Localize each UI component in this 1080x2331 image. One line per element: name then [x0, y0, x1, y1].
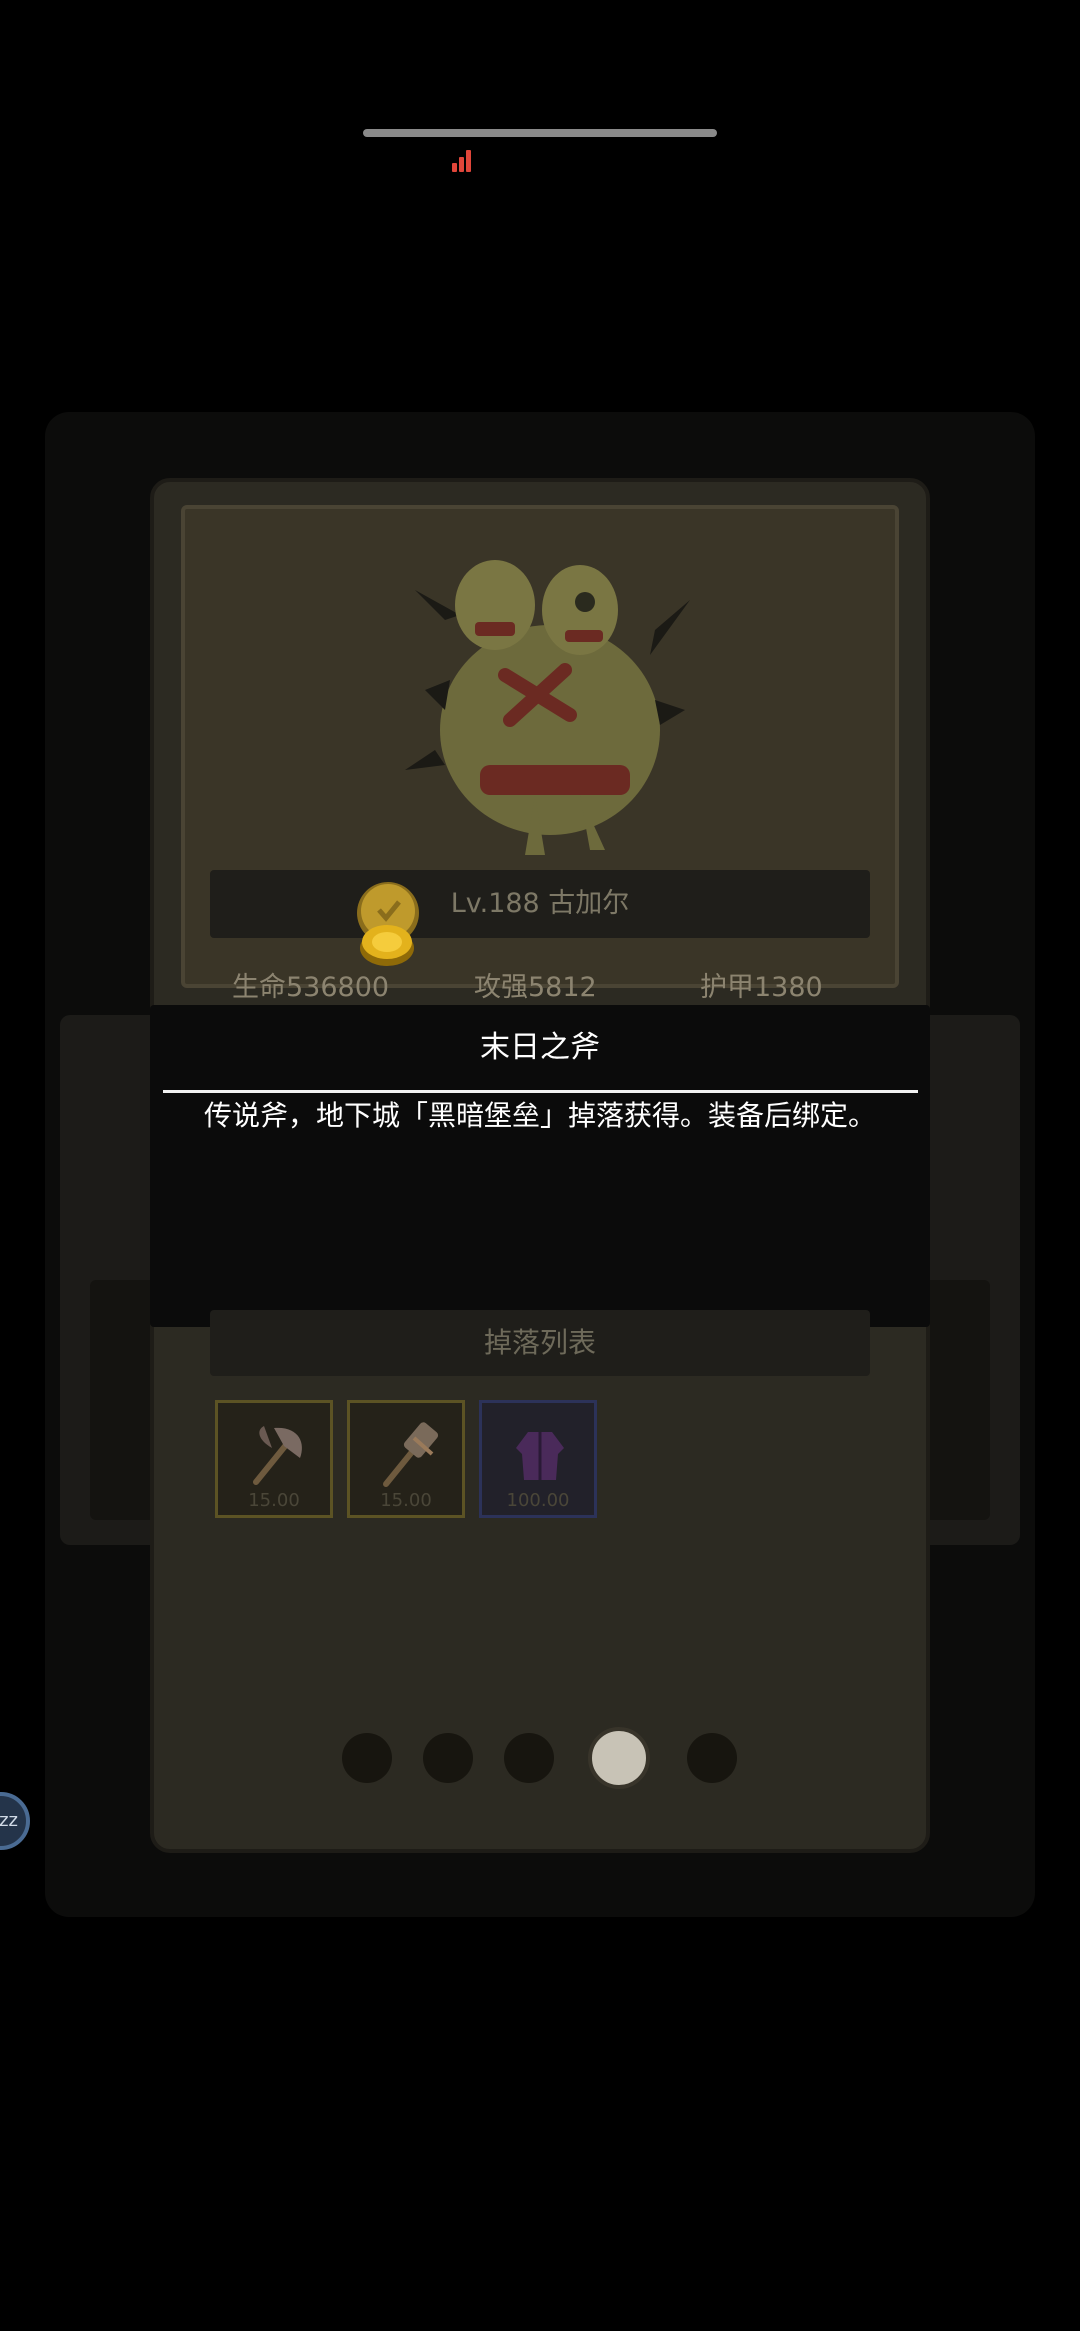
drop-qty: 15.00 — [248, 1490, 300, 1511]
boss-attack: 攻强5812 — [474, 972, 597, 1003]
tooltip-title: 末日之斧 — [480, 1030, 600, 1065]
drop-item-hammer[interactable]: 15.00 — [347, 1400, 465, 1518]
boss-hp: 生命536800 — [232, 972, 390, 1003]
coin-stack-icon — [360, 925, 414, 966]
page-dot-3[interactable] — [504, 1733, 554, 1783]
page-dot-4-active[interactable] — [588, 1727, 650, 1789]
tooltip-description: 传说斧，地下城「黑暗堡垒」掉落获得。装备后绑定。 — [203, 1099, 876, 1132]
tooltip-divider — [163, 1090, 918, 1093]
drop-item-robe[interactable]: 100.00 — [479, 1400, 597, 1518]
page-dot-1[interactable] — [342, 1733, 392, 1783]
home-indicator — [363, 129, 717, 137]
signal-icon — [452, 148, 476, 172]
boss-armor: 护甲1380 — [700, 972, 823, 1003]
drop-qty: 15.00 — [380, 1490, 432, 1511]
hammer-icon — [383, 1422, 439, 1487]
drop-list-header: 掉落列表 — [210, 1310, 870, 1376]
robe-icon — [516, 1432, 564, 1480]
page-dot-5[interactable] — [687, 1733, 737, 1783]
boss-portrait-icon — [405, 560, 690, 855]
floating-assistant-button[interactable]: zz — [0, 1792, 30, 1850]
axe-icon — [253, 1426, 302, 1485]
drop-item-axe[interactable]: 15.00 — [215, 1400, 333, 1518]
boss-name: Lv.188 古加尔 — [450, 888, 630, 919]
drop-qty: 100.00 — [506, 1490, 570, 1511]
page-dot-2[interactable] — [423, 1733, 473, 1783]
